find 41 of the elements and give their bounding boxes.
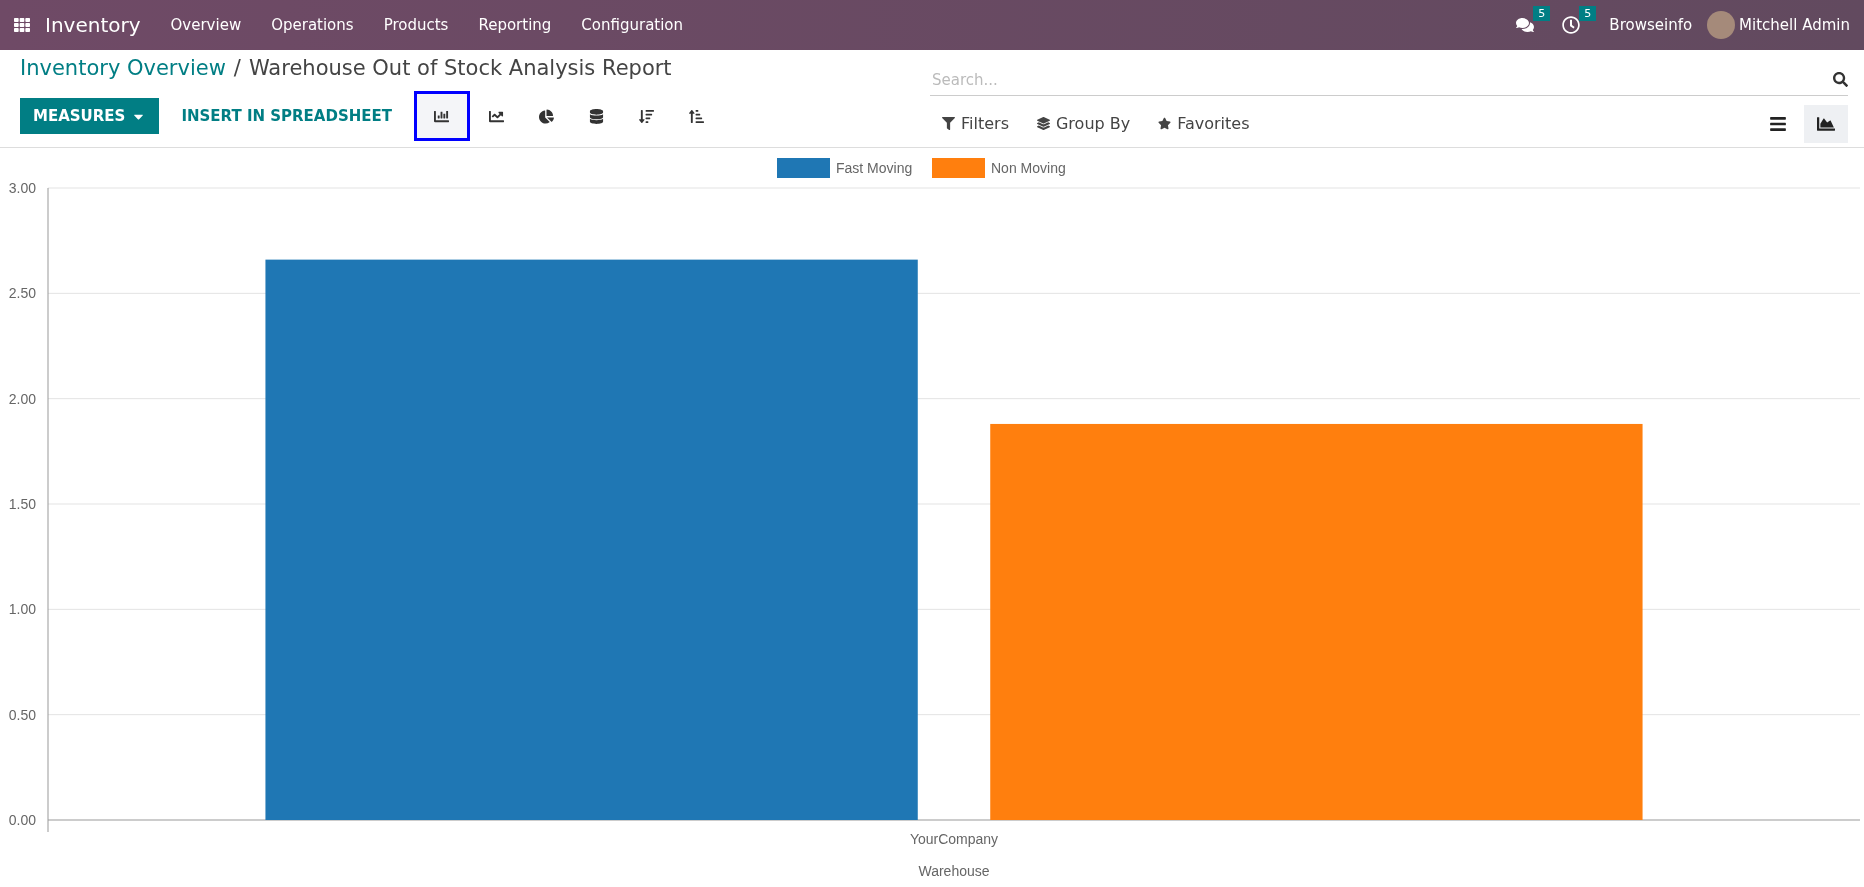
count-badge: 5 [1579, 6, 1597, 21]
y-axis-label: 2.50 [8, 285, 36, 302]
layers-icon [1036, 117, 1050, 131]
search-icon[interactable] [1833, 72, 1848, 88]
filter-icon [942, 117, 955, 131]
filter-button[interactable]: Favorites [1146, 108, 1262, 140]
filter-button[interactable]: Filters [930, 108, 1021, 140]
clock-icon[interactable] [1562, 16, 1581, 34]
menu-item[interactable]: Operations [256, 16, 369, 34]
star-icon [1158, 117, 1172, 131]
breadcrumb-link[interactable]: Inventory Overview [20, 55, 226, 80]
apps-grid-icon[interactable] [14, 17, 30, 33]
page-title: Warehouse Out of Stock Analysis Report [248, 55, 672, 80]
x-axis-title: Warehouse [918, 863, 990, 879]
legend-label: Fast Moving [836, 160, 913, 176]
menu-item[interactable]: Products [368, 16, 464, 34]
y-axis-label: 1.50 [8, 496, 36, 512]
y-axis-label: 1.00 [8, 601, 36, 618]
menu-item[interactable]: Configuration [566, 16, 699, 34]
chat-icon[interactable] [1516, 16, 1535, 34]
x-axis-label: YourCompany [909, 831, 999, 847]
measures-button[interactable]: MEASURES [20, 98, 160, 135]
list-icon [1769, 114, 1787, 133]
graph-view-button[interactable] [1804, 104, 1848, 143]
filter-button[interactable]: Group By [1024, 108, 1143, 140]
bar-chart-icon[interactable] [414, 91, 470, 142]
y-axis-label: 2.00 [8, 390, 36, 407]
avatar[interactable] [1707, 11, 1736, 39]
company-name[interactable]: Browseinfo [1594, 16, 1708, 34]
area-chart-icon [1817, 114, 1835, 133]
legend-label: Non Moving [991, 160, 1066, 176]
app-name[interactable]: Inventory [30, 13, 156, 37]
breadcrumb-separator: / [233, 55, 241, 80]
y-axis-label: 0.00 [8, 812, 36, 828]
menu-item[interactable]: Reporting [463, 16, 567, 34]
y-axis-label: 0.50 [8, 706, 36, 723]
y-axis-label: 3.00 [8, 180, 36, 196]
count-badge: 5 [1533, 6, 1551, 21]
menu-item[interactable]: Overview [155, 16, 257, 34]
user-name[interactable]: Mitchell Admin [1739, 16, 1854, 34]
insert-spreadsheet-button[interactable]: INSERT IN SPREADSHEET [163, 99, 410, 134]
